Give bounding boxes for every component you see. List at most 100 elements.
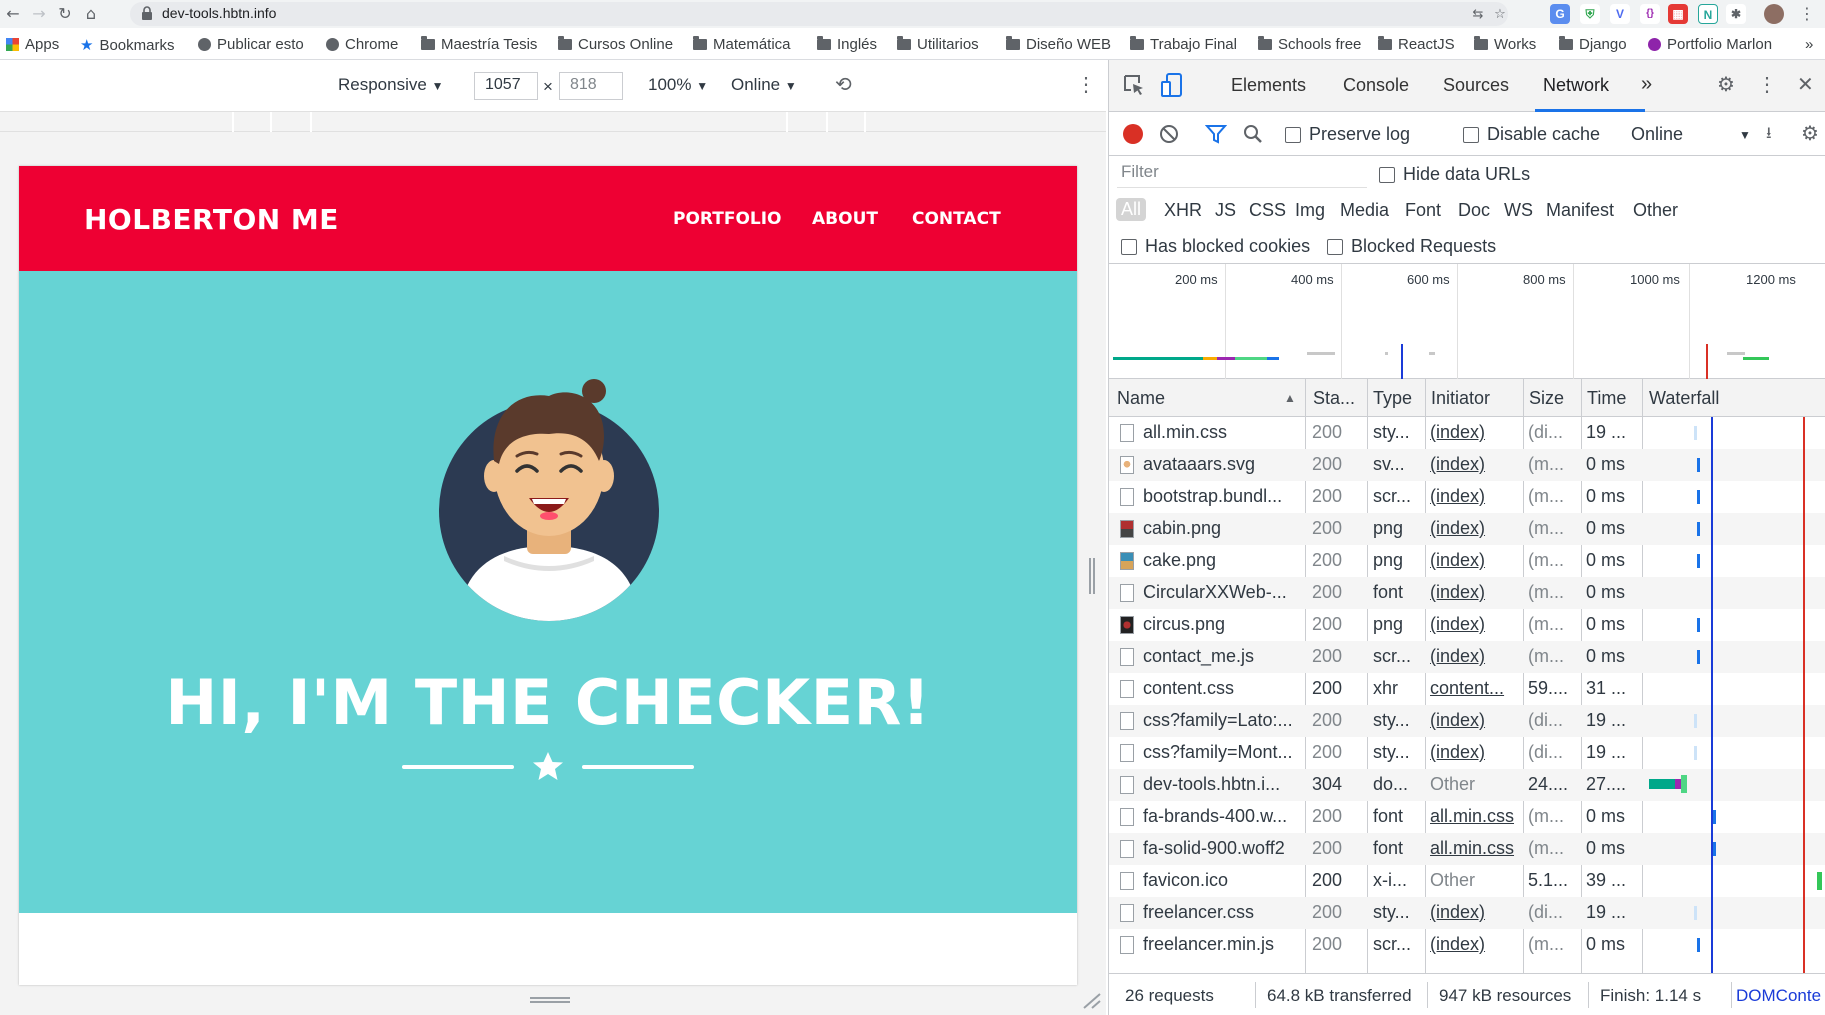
sort-ascending-icon[interactable]: ▲ xyxy=(1284,391,1296,405)
nav-link-about[interactable]: ABOUT xyxy=(812,209,878,229)
extension-off-icon[interactable]: ▦ xyxy=(1668,4,1688,24)
back-arrow-icon[interactable]: ← xyxy=(2,3,24,25)
extension-json-icon[interactable]: {} xyxy=(1640,4,1660,24)
bookmark-folder[interactable]: Trabajo Final xyxy=(1130,36,1237,53)
request-row[interactable]: cabin.png 200 png (index) (m... 0 ms xyxy=(1109,513,1825,545)
bookmark-folder[interactable]: Django xyxy=(1559,36,1627,53)
bookmark-folder[interactable]: Works xyxy=(1474,36,1536,53)
type-filter-ws[interactable]: WS xyxy=(1504,200,1533,221)
device-toolbar-more-icon[interactable]: ⋮ xyxy=(1076,72,1096,97)
clear-icon[interactable] xyxy=(1159,124,1179,144)
request-row[interactable]: fa-brands-400.w... 200 font all.min.css … xyxy=(1109,801,1825,833)
column-header-waterfall[interactable]: Waterfall xyxy=(1649,388,1719,409)
viewport-height-input[interactable]: 818 xyxy=(559,72,623,100)
column-header-time[interactable]: Time xyxy=(1587,388,1626,409)
bookmark-portfolio[interactable]: Portfolio Marlon xyxy=(1648,36,1772,53)
type-filter-font[interactable]: Font xyxy=(1405,200,1441,221)
import-har-icon[interactable]: ⭳ xyxy=(1766,122,1772,149)
extension-v-icon[interactable]: V xyxy=(1610,4,1630,24)
request-row[interactable]: cake.png 200 png (index) (m... 0 ms xyxy=(1109,545,1825,577)
request-row[interactable]: content.css 200 xhr content... 59.... 31… xyxy=(1109,673,1825,705)
type-filter-img[interactable]: Img xyxy=(1295,200,1325,221)
request-row[interactable]: freelancer.min.js 200 scr... (index) (m.… xyxy=(1109,929,1825,961)
viewport-resize-handle-bottom[interactable] xyxy=(530,995,570,1005)
extension-translate-icon[interactable]: G xyxy=(1550,4,1570,24)
blocked-requests-checkbox[interactable]: Blocked Requests xyxy=(1327,236,1496,257)
search-icon[interactable] xyxy=(1243,124,1263,144)
bookmark-folder[interactable]: Utilitarios xyxy=(897,36,979,53)
column-header-type[interactable]: Type xyxy=(1373,388,1412,409)
type-filter-css[interactable]: CSS xyxy=(1249,200,1286,221)
bookmark-star-icon[interactable]: ☆ xyxy=(1492,7,1508,23)
has-blocked-cookies-checkbox[interactable]: Has blocked cookies xyxy=(1121,236,1310,257)
request-row[interactable]: contact_me.js 200 scr... (index) (m... 0… xyxy=(1109,641,1825,673)
bookmark-folder[interactable]: Schools free xyxy=(1258,36,1361,53)
filter-input[interactable]: Filter xyxy=(1117,162,1367,188)
request-row[interactable]: dev-tools.hbtn.i... 304 do... Other 24..… xyxy=(1109,769,1825,801)
column-header-name[interactable]: Name xyxy=(1117,388,1165,409)
extension-shield-icon[interactable]: ⛨ xyxy=(1580,4,1600,24)
viewport-resize-handle-corner[interactable] xyxy=(1080,990,1102,1010)
type-filter-all[interactable]: All xyxy=(1116,198,1147,221)
bookmark-bookmarks[interactable]: ★ Bookmarks xyxy=(80,36,174,55)
bookmarks-overflow[interactable]: » xyxy=(1805,36,1813,53)
settings-gear-icon[interactable]: ⚙ xyxy=(1717,72,1735,97)
request-row[interactable]: freelancer.css 200 sty... (index) (di...… xyxy=(1109,897,1825,929)
device-mode-select[interactable]: Responsive ▼ xyxy=(338,75,443,95)
reload-icon[interactable]: ↻ xyxy=(54,3,76,25)
bookmark-folder[interactable]: Maestría Tesis xyxy=(421,36,537,53)
type-filter-manifest[interactable]: Manifest xyxy=(1546,200,1614,221)
viewport-width-input[interactable]: 1057 xyxy=(474,72,538,100)
type-filter-other[interactable]: Other xyxy=(1633,200,1678,221)
inspect-element-icon[interactable] xyxy=(1123,74,1145,96)
nav-link-portfolio[interactable]: PORTFOLIO xyxy=(673,209,782,229)
translate-icon[interactable]: ⇆ xyxy=(1470,7,1486,23)
forward-arrow-icon[interactable]: → xyxy=(28,3,50,25)
filter-funnel-icon[interactable] xyxy=(1205,124,1227,144)
record-icon[interactable] xyxy=(1123,124,1143,144)
device-toggle-icon[interactable] xyxy=(1161,72,1183,98)
bookmark-apps[interactable]: Apps xyxy=(6,36,59,53)
request-row[interactable]: avataaars.svg 200 sv... (index) (m... 0 … xyxy=(1109,449,1825,481)
column-header-status[interactable]: Sta... xyxy=(1313,388,1355,409)
tab-sources[interactable]: Sources xyxy=(1443,75,1509,96)
tab-network[interactable]: Network xyxy=(1543,75,1609,96)
request-row[interactable]: css?family=Lato:... 200 sty... (index) (… xyxy=(1109,705,1825,737)
hide-data-urls-checkbox[interactable]: Hide data URLs xyxy=(1379,164,1530,185)
profile-avatar[interactable] xyxy=(1764,4,1784,24)
bookmark-folder[interactable]: ReactJS xyxy=(1378,36,1455,53)
viewport-resize-handle-right[interactable] xyxy=(1088,558,1097,594)
type-filter-media[interactable]: Media xyxy=(1340,200,1389,221)
type-filter-xhr[interactable]: XHR xyxy=(1164,200,1202,221)
more-tabs-icon[interactable]: » xyxy=(1641,73,1652,96)
throttle-select[interactable]: Online ▼ xyxy=(731,75,797,95)
tab-elements[interactable]: Elements xyxy=(1231,75,1306,96)
bookmark-folder[interactable]: Matemática xyxy=(693,36,791,53)
close-icon[interactable]: ✕ xyxy=(1797,72,1814,97)
network-throttle-select[interactable]: Online ▼ xyxy=(1631,124,1751,145)
bookmark-publicar-esto[interactable]: Publicar esto xyxy=(198,36,304,53)
preserve-log-checkbox[interactable]: Preserve log xyxy=(1285,124,1410,145)
network-settings-gear-icon[interactable]: ⚙ xyxy=(1801,121,1819,146)
request-row[interactable]: css?family=Mont... 200 sty... (index) (d… xyxy=(1109,737,1825,769)
bookmark-chrome[interactable]: Chrome xyxy=(326,36,398,53)
extension-n-icon[interactable]: N xyxy=(1698,4,1718,24)
devtools-more-icon[interactable]: ⋮ xyxy=(1757,72,1777,97)
bookmark-folder[interactable]: Inglés xyxy=(817,36,877,53)
home-icon[interactable]: ⌂ xyxy=(80,3,102,25)
column-header-size[interactable]: Size xyxy=(1529,388,1564,409)
request-row[interactable]: all.min.css 200 sty... (index) (di... 19… xyxy=(1109,417,1825,449)
chrome-menu-icon[interactable]: ⋮ xyxy=(1796,3,1818,25)
type-filter-js[interactable]: JS xyxy=(1215,200,1236,221)
request-row[interactable]: fa-solid-900.woff2 200 font all.min.css … xyxy=(1109,833,1825,865)
zoom-select[interactable]: 100% ▼ xyxy=(648,75,708,95)
request-row[interactable]: favicon.ico 200 x-i... Other 5.1... 39 .… xyxy=(1109,865,1825,897)
tab-console[interactable]: Console xyxy=(1343,75,1409,96)
address-bar[interactable]: dev-tools.hbtn.info ⇆ ☆ xyxy=(130,2,1508,26)
request-row[interactable]: CircularXXWeb-... 200 font (index) (m...… xyxy=(1109,577,1825,609)
rotate-icon[interactable]: ⟲ xyxy=(835,72,852,97)
request-row[interactable]: circus.png 200 png (index) (m... 0 ms xyxy=(1109,609,1825,641)
request-row[interactable]: bootstrap.bundl... 200 scr... (index) (m… xyxy=(1109,481,1825,513)
column-header-initiator[interactable]: Initiator xyxy=(1431,388,1490,409)
bookmark-folder[interactable]: Cursos Online xyxy=(558,36,673,53)
